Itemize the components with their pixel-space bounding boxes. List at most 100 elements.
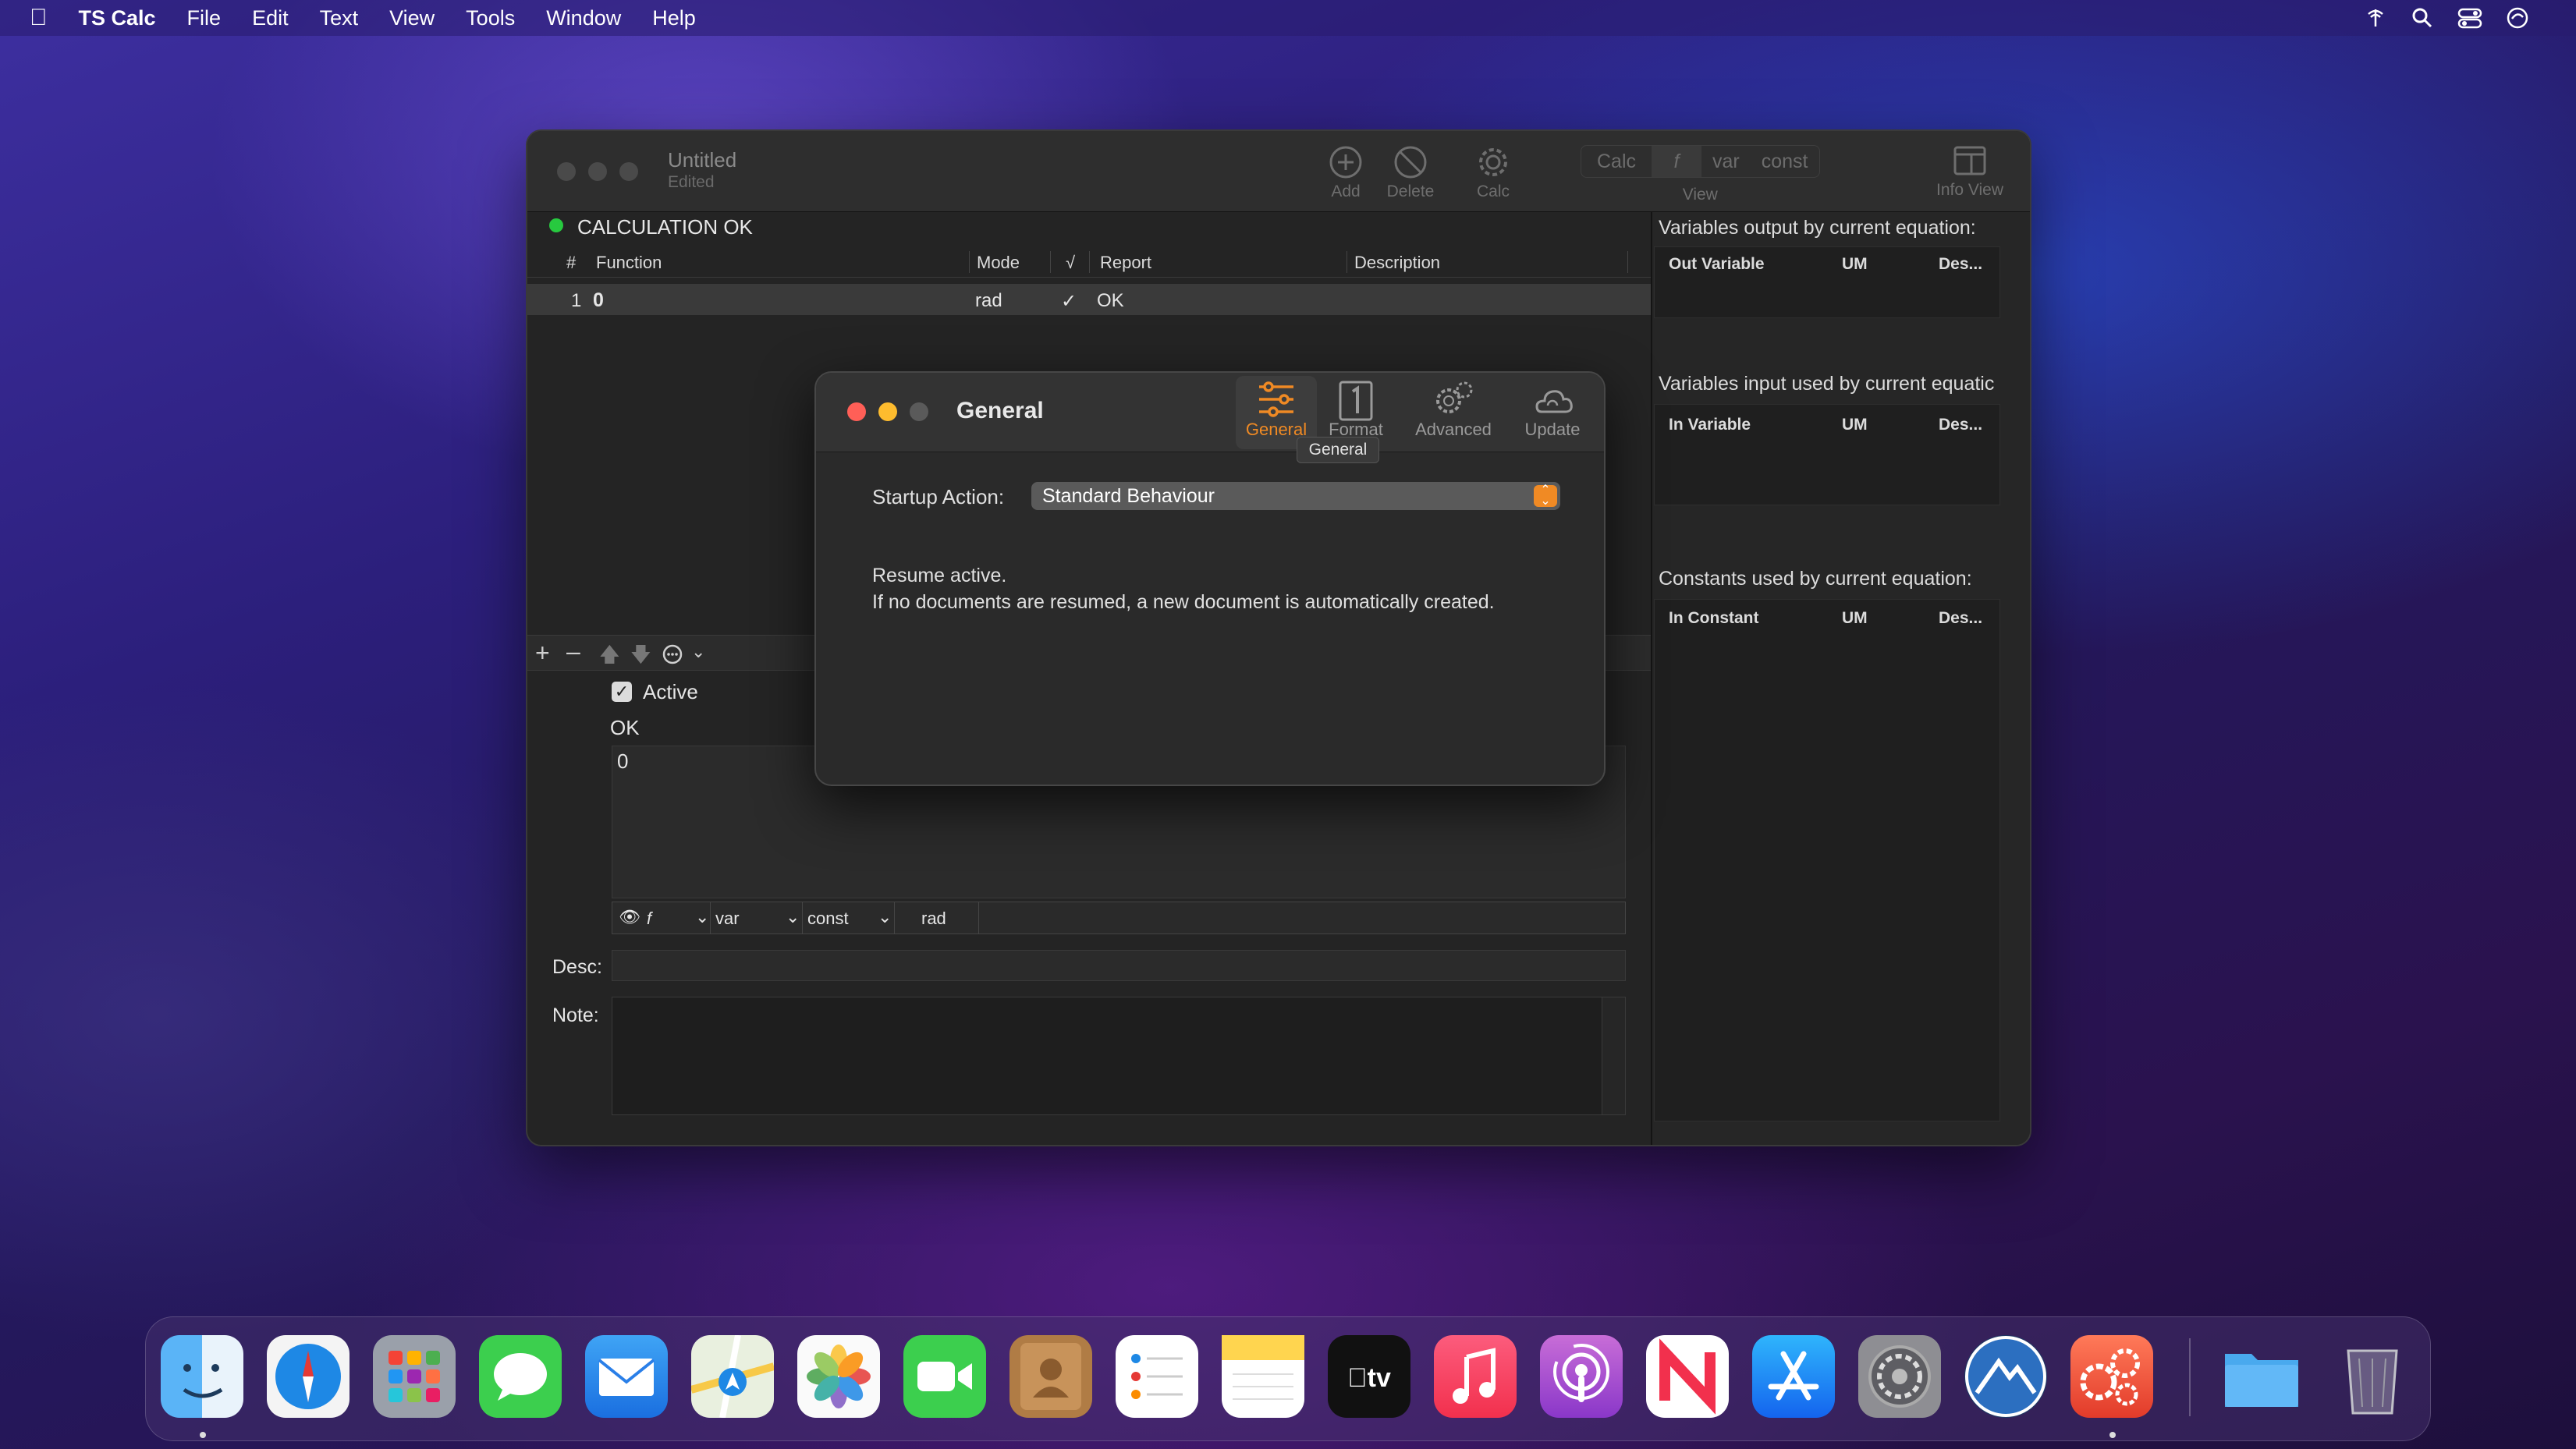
dock-folder-icon[interactable] <box>2220 1335 2303 1418</box>
apple-menu-icon[interactable]:  <box>30 5 48 31</box>
move-down-icon[interactable]: 🡇 <box>630 640 651 675</box>
dock-maps-icon[interactable] <box>690 1334 775 1419</box>
search-icon[interactable] <box>2411 6 2434 30</box>
info-panel: Variables output by current equation: Ou… <box>1652 212 2030 1145</box>
dock-trash-icon[interactable] <box>2331 1335 2414 1418</box>
in-constant-header[interactable]: In Constant <box>1669 609 1759 628</box>
chevron-down-icon: ⌄ <box>878 907 892 926</box>
desc-header[interactable]: Des... <box>1939 416 1982 434</box>
tab-advanced[interactable]: Advanced <box>1410 377 1496 440</box>
table-row[interactable]: 1 0 rad ✓ OK <box>527 284 1651 315</box>
menu-tools[interactable]: Tools <box>466 6 515 30</box>
desc-header[interactable]: Des... <box>1939 255 1982 274</box>
var-popup[interactable]: var ⌄ <box>711 902 803 934</box>
col-divider <box>1627 251 1628 273</box>
var-popup-label: var <box>715 909 740 928</box>
dock-mail-icon[interactable] <box>585 1335 668 1418</box>
menu-window[interactable]: Window <box>546 6 621 30</box>
dock-contacts-icon[interactable] <box>1009 1335 1092 1418</box>
menu-app-name[interactable]: TS Calc <box>79 6 156 30</box>
output-title: Variables output by current equation: <box>1659 217 1976 239</box>
dock-news-icon[interactable] <box>1646 1335 1729 1418</box>
const-popup[interactable]: const ⌄ <box>803 902 895 934</box>
in-variable-header[interactable]: In Variable <box>1669 416 1751 434</box>
control-center-icon[interactable] <box>2457 6 2482 30</box>
dock-mountain-app-icon[interactable] <box>1964 1335 2047 1418</box>
out-variable-header[interactable]: Out Variable <box>1669 255 1765 274</box>
mode-label: rad <box>921 909 946 928</box>
siri-icon[interactable] <box>2506 6 2529 30</box>
um-header[interactable]: UM <box>1842 416 1868 434</box>
col-report-header[interactable]: Report <box>1100 253 1151 273</box>
view-label: View <box>1682 186 1718 204</box>
running-indicator <box>2109 1432 2116 1438</box>
minimize-button[interactable] <box>878 402 897 421</box>
note-field[interactable] <box>612 997 1626 1115</box>
info-view-button[interactable]: Info View <box>1927 142 2013 200</box>
col-num-header[interactable]: # <box>566 253 576 273</box>
dock-notes-icon[interactable] <box>1222 1335 1304 1418</box>
cloud-icon <box>1535 390 1573 413</box>
col-function-header[interactable]: Function <box>596 253 662 273</box>
dock-messages-icon[interactable] <box>479 1335 562 1418</box>
view-segmented[interactable]: Calc f var const <box>1581 145 1820 178</box>
view-var-segment[interactable]: var <box>1701 146 1751 177</box>
menu-text[interactable]: Text <box>320 6 359 30</box>
add-row-icon[interactable]: + <box>535 639 550 668</box>
close-button[interactable] <box>557 162 576 181</box>
add-button[interactable]: Add <box>1318 145 1373 201</box>
menu-file[interactable]: File <box>187 6 222 30</box>
dock-finder-icon[interactable] <box>161 1335 243 1418</box>
input-table[interactable]: In Variable UM Des... <box>1654 404 2000 505</box>
mode-button[interactable]: rad <box>895 902 979 934</box>
um-header[interactable]: UM <box>1842 255 1868 274</box>
menu-edit[interactable]: Edit <box>252 6 289 30</box>
view-f-segment[interactable]: f <box>1652 146 1702 177</box>
output-table[interactable]: Out Variable UM Des... <box>1654 246 2000 318</box>
active-checkbox[interactable]: ✓ <box>612 682 632 702</box>
dock-tv-icon[interactable]: tv <box>1328 1335 1410 1418</box>
zoom-button[interactable] <box>619 162 638 181</box>
dock-ts-calc-icon[interactable] <box>2070 1335 2153 1418</box>
dock-separator <box>2189 1338 2191 1416</box>
dock-app-store-icon[interactable] <box>1752 1335 1835 1418</box>
menu-view[interactable]: View <box>389 6 435 30</box>
move-up-icon[interactable]: 🡅 <box>599 640 620 675</box>
dock-reminders-icon[interactable] <box>1116 1335 1198 1418</box>
delete-button[interactable]: Delete <box>1379 145 1442 201</box>
zoom-button[interactable] <box>910 402 928 421</box>
col-mode-header[interactable]: Mode <box>977 253 1020 273</box>
col-description-header[interactable]: Description <box>1354 253 1440 273</box>
menu-help[interactable]: Help <box>652 6 696 30</box>
more-options-icon[interactable] <box>662 643 683 665</box>
view-const-segment[interactable]: const <box>1751 146 1819 177</box>
note-scrollbar[interactable] <box>1602 997 1625 1114</box>
dock-launchpad-icon[interactable] <box>373 1335 456 1418</box>
remove-row-icon[interactable]: – <box>566 637 580 666</box>
desc-header[interactable]: Des... <box>1939 609 1982 628</box>
prohibit-icon <box>1394 146 1427 179</box>
col-check-header[interactable]: √ <box>1066 253 1075 273</box>
startup-action-select[interactable]: Standard Behaviour ⌃ ⌄ <box>1031 482 1560 510</box>
dock-music-icon[interactable] <box>1434 1335 1517 1418</box>
dock-photos-icon[interactable] <box>797 1335 880 1418</box>
running-indicator <box>200 1432 206 1438</box>
close-button[interactable] <box>847 402 866 421</box>
calc-button[interactable]: Calc <box>1462 142 1524 201</box>
airdrop-icon[interactable] <box>2364 6 2387 30</box>
tab-format[interactable]: Format <box>1325 377 1387 440</box>
tab-update[interactable]: Update <box>1517 377 1588 440</box>
chevron-down-icon[interactable]: ⌄ <box>691 642 705 662</box>
dock-safari-icon[interactable] <box>267 1335 349 1418</box>
dock-facetime-icon[interactable] <box>903 1335 986 1418</box>
tab-update-label: Update <box>1524 420 1581 439</box>
dock-system-preferences-icon[interactable] <box>1858 1335 1941 1418</box>
um-header[interactable]: UM <box>1842 609 1868 628</box>
dock-podcasts-icon[interactable] <box>1540 1335 1623 1418</box>
f-popup[interactable]: 👁 f ⌄ <box>612 902 711 934</box>
const-table[interactable]: In Constant UM Des... <box>1654 599 2000 1121</box>
view-calc-segment[interactable]: Calc <box>1581 146 1652 177</box>
row-function: 0 <box>593 289 604 311</box>
minimize-button[interactable] <box>588 162 607 181</box>
desc-field[interactable] <box>612 950 1626 981</box>
